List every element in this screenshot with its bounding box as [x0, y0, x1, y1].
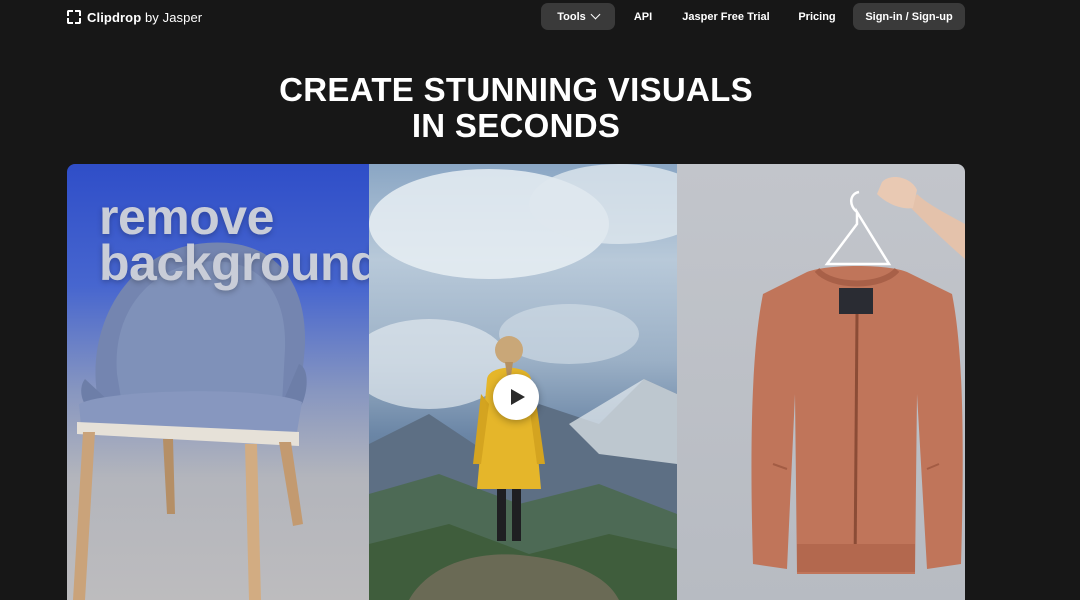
hero-title: CREATE STUNNING VISUALS IN SECONDS [0, 72, 1032, 144]
pricing-link[interactable]: Pricing [790, 3, 844, 30]
hero-video[interactable]: remove background [67, 164, 965, 600]
hero-title-line-1: CREATE STUNNING VISUALS [279, 71, 753, 108]
overlay-line-2: background [99, 235, 369, 291]
top-navigation: Clipdrop by Jasper Tools API Jasper Free… [0, 0, 1080, 34]
chevron-down-icon [590, 9, 601, 20]
play-icon [511, 389, 525, 405]
jacket-panel [677, 164, 965, 600]
tools-label: Tools [557, 10, 586, 23]
overlay-line-1: remove [99, 189, 274, 245]
jasper-free-trial-link[interactable]: Jasper Free Trial [676, 3, 776, 30]
hero-title-line-2: IN SECONDS [411, 107, 621, 144]
play-video-button[interactable] [493, 374, 539, 420]
api-link[interactable]: API [626, 3, 660, 30]
jacket-illustration [751, 176, 965, 574]
clipdrop-logo[interactable]: Clipdrop by Jasper [67, 9, 202, 25]
tools-menu-button[interactable]: Tools [541, 3, 615, 30]
logo-brand: Clipdrop [87, 9, 142, 25]
clipdrop-logo-icon [67, 10, 81, 24]
logo-suffix: by Jasper [141, 9, 203, 25]
logo-text: Clipdrop by Jasper [87, 10, 202, 25]
sign-in-button[interactable]: Sign-in / Sign-up [853, 3, 965, 30]
chair-panel: remove background [67, 164, 369, 600]
remove-background-overlay: remove background [99, 189, 369, 291]
